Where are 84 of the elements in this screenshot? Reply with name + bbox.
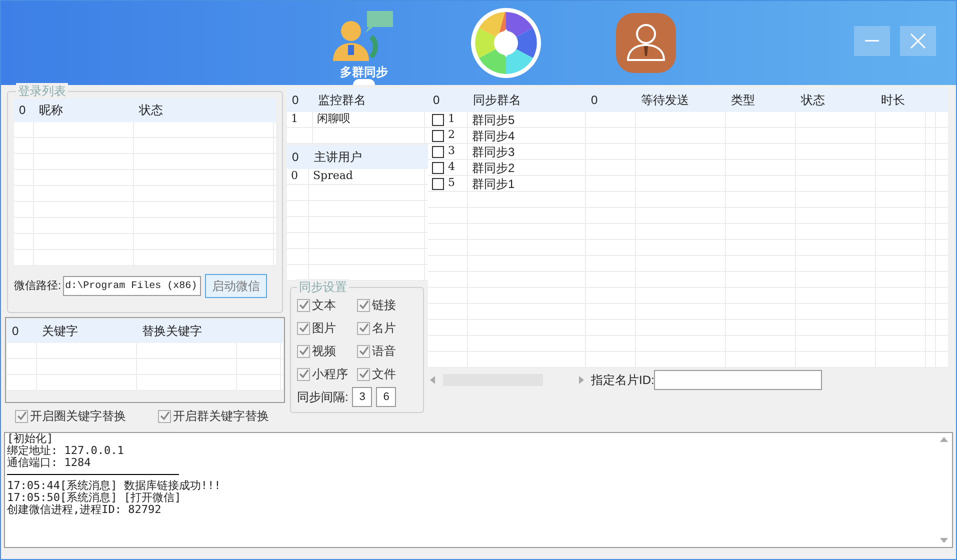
column-header[interactable]: 状态	[801, 91, 825, 109]
checkbox[interactable]	[432, 114, 444, 126]
column-header[interactable]: 主讲用户	[314, 148, 362, 166]
column-header[interactable]: 0	[292, 148, 299, 166]
column-header[interactable]: 0	[591, 91, 598, 109]
card-id-field[interactable]	[654, 370, 822, 390]
checkbox-label: 文本	[312, 297, 336, 314]
table-cell-text: 群同步5	[472, 112, 515, 128]
table-cell-text: Spread	[313, 168, 353, 184]
checkbox[interactable]	[432, 178, 444, 190]
log-line: 17:05:50[系统消息] [打开微信]	[7, 492, 182, 504]
table-cell-text: 群同步1	[472, 176, 515, 192]
check-icon	[358, 369, 368, 379]
card-id-label: 指定名片ID:	[591, 372, 654, 389]
log-line: 创建微信进程,进程ID: 82792	[7, 504, 162, 516]
checkbox-label: 图片	[312, 320, 336, 337]
table-cell-text: 2	[448, 127, 455, 144]
table-cell-text: 0	[291, 168, 298, 184]
column-header[interactable]: 状态	[139, 101, 163, 119]
check-icon	[298, 300, 308, 310]
interval-field[interactable]: 3	[352, 387, 372, 407]
check-icon	[160, 411, 170, 421]
up-arrow-icon[interactable]	[940, 437, 948, 442]
column-header[interactable]: 昵称	[39, 101, 63, 119]
log-line: 通信端口: 1284	[7, 457, 92, 469]
check-icon	[298, 369, 308, 379]
checkbox-label: 开启圈关键字替换	[30, 408, 126, 425]
interval-label: 同步间隔:	[297, 389, 348, 406]
user-icon	[615, 12, 677, 74]
selected-indicator	[353, 79, 375, 85]
column-header[interactable]: 关键字	[42, 322, 78, 340]
close-icon	[910, 33, 926, 49]
aperture-icon	[469, 6, 543, 80]
table-cell-text: 群同步3	[472, 144, 515, 160]
log-line: 绑定地址: 127.0.0.1	[7, 445, 125, 457]
table-cell-text: 4	[448, 159, 455, 176]
checkbox[interactable]	[432, 146, 444, 158]
checkbox-label: 小程序	[312, 366, 348, 383]
check-icon	[358, 323, 368, 333]
check-icon	[358, 300, 368, 310]
checkbox-label: 文件	[372, 366, 396, 383]
down-arrow-icon[interactable]	[940, 538, 948, 543]
check-icon	[358, 346, 368, 356]
nav-label: 多群同步	[340, 64, 388, 81]
log-line: [初始化]	[7, 433, 54, 445]
table-cell-text: 1	[448, 111, 455, 128]
checkbox-label: 视频	[312, 343, 336, 360]
column-header[interactable]: 监控群名	[318, 91, 366, 109]
column-header[interactable]: 时长	[881, 91, 905, 109]
horizontal-scrollbar[interactable]	[428, 372, 586, 388]
interval-field[interactable]: 6	[376, 387, 396, 407]
table-cell-text: 1	[291, 111, 298, 128]
column-header[interactable]: 0	[19, 101, 26, 119]
minimize-icon	[865, 40, 879, 42]
column-header[interactable]: 类型	[731, 91, 755, 109]
log-line: 17:05:44[系统消息] 数据库链接成功!!!	[7, 480, 222, 492]
start-wechat-button[interactable]: 启动微信	[205, 274, 268, 298]
table-cell-text: 5	[448, 175, 455, 192]
check-icon	[298, 323, 308, 333]
table-cell-text: 群同步4	[472, 128, 515, 144]
checkbox-label: 开启群关键字替换	[173, 408, 269, 425]
check-icon	[298, 346, 308, 356]
table-cell-text: 3	[448, 143, 455, 160]
column-header[interactable]: 替换关键字	[142, 322, 202, 340]
group-title: 同步设置	[297, 279, 349, 295]
checkbox-label: 语音	[372, 343, 396, 360]
group-title: 登录列表	[16, 83, 68, 99]
left-arrow-icon[interactable]	[430, 376, 435, 384]
checkbox[interactable]	[432, 130, 444, 142]
table-cell-text: 闲聊呗	[317, 111, 350, 128]
checkbox[interactable]	[432, 162, 444, 174]
column-header[interactable]: 0	[292, 91, 299, 109]
column-header[interactable]: 同步群名	[473, 91, 521, 109]
column-header[interactable]: 等待发送	[641, 91, 689, 109]
right-arrow-icon[interactable]	[579, 376, 584, 384]
table-cell-text: 群同步2	[472, 160, 515, 176]
checkbox-label: 链接	[372, 297, 396, 314]
checkbox-label: 名片	[372, 320, 396, 337]
column-header[interactable]: 0	[433, 91, 440, 109]
path-field[interactable]: d:\Program Files (x86)	[63, 276, 202, 296]
close-button[interactable]	[900, 26, 936, 56]
path-label: 微信路径:	[14, 278, 62, 294]
column-header[interactable]: 0	[12, 322, 19, 340]
check-icon	[16, 411, 26, 421]
